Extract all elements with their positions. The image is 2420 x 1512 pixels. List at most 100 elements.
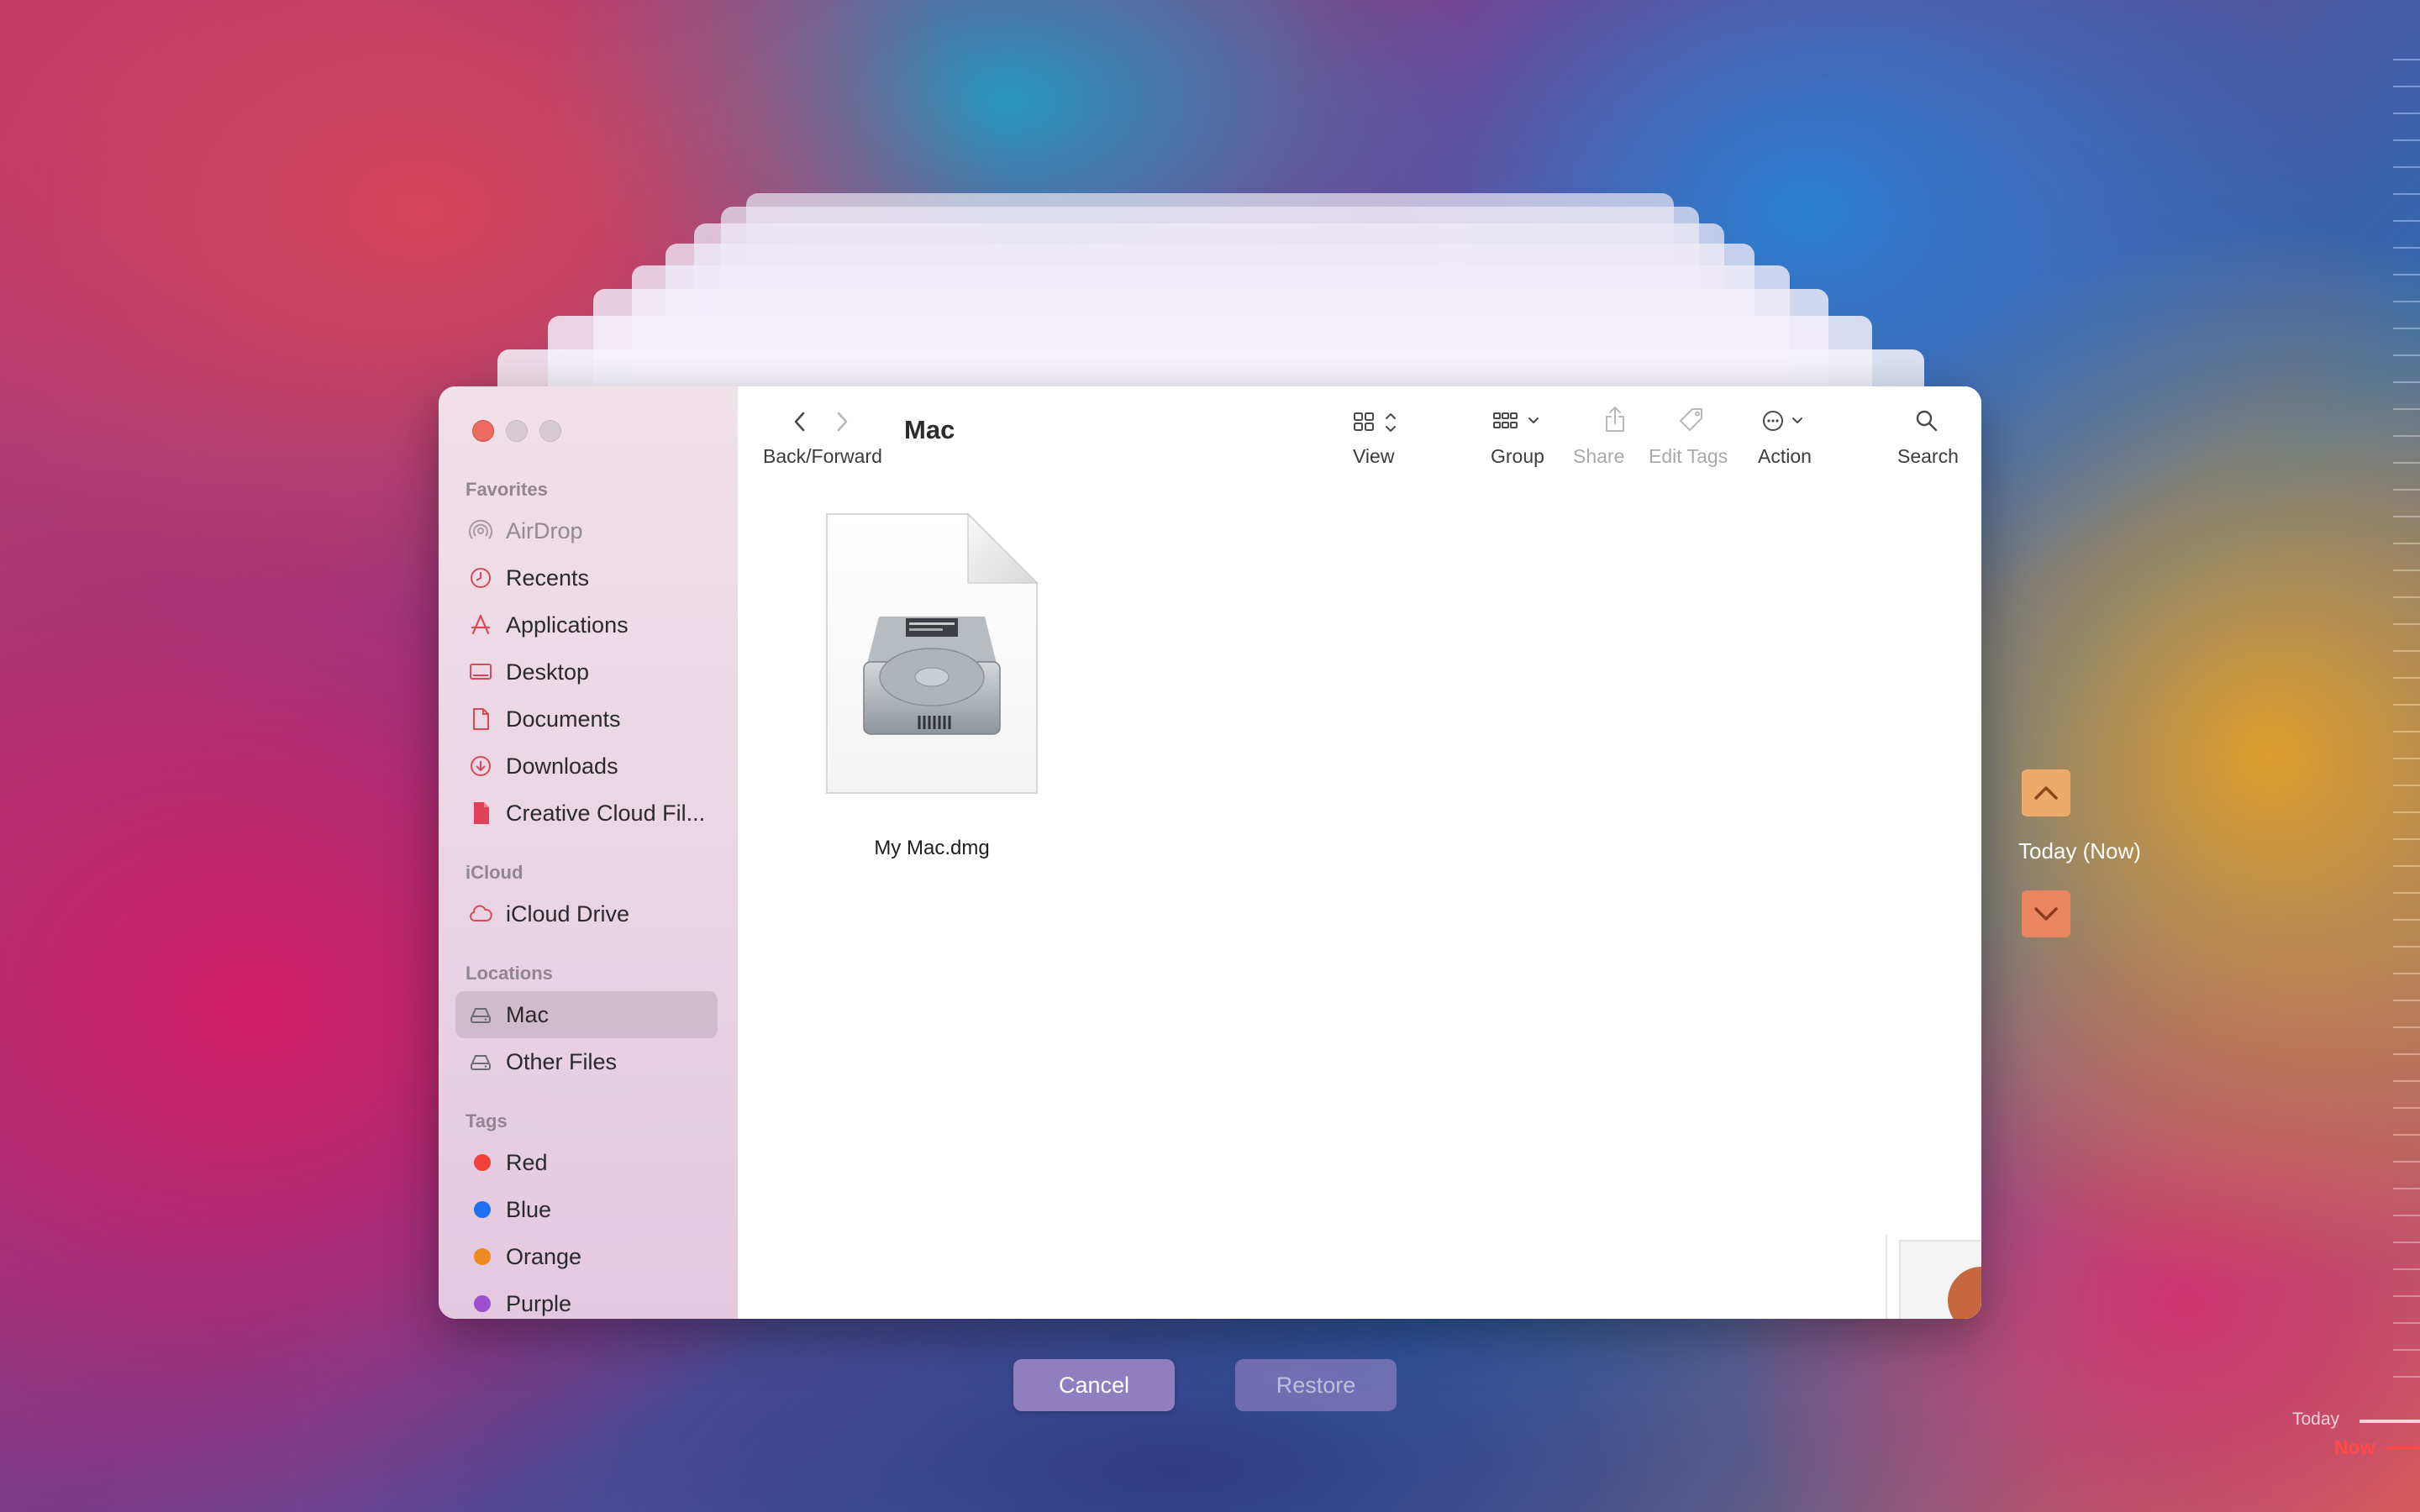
icloud-header: iCloud — [466, 862, 523, 883]
edit-tags-label: Edit Tags — [1649, 445, 1728, 467]
share-icon[interactable] — [1602, 405, 1628, 433]
search-label: Search — [1897, 445, 1959, 467]
sidebar-item-recents[interactable]: Recents — [455, 554, 718, 601]
download-icon — [471, 756, 491, 776]
back-icon[interactable] — [792, 410, 808, 433]
previous-backup-button[interactable] — [2022, 769, 2070, 816]
forward-icon[interactable] — [834, 410, 850, 433]
view-label: View — [1353, 445, 1395, 467]
timeline-tick — [2393, 1026, 2420, 1028]
timeline-tick — [2393, 570, 2420, 571]
sidebar-item-label: Purple — [506, 1291, 572, 1316]
timeline-tick — [2393, 919, 2420, 921]
timeline-tick — [2393, 1053, 2420, 1055]
timeline-tick — [2393, 166, 2420, 168]
timeline-tick — [2393, 811, 2420, 813]
close-window-button[interactable] — [472, 420, 494, 442]
window-title: Mac — [904, 415, 955, 444]
timeline-tick — [2393, 274, 2420, 276]
timeline-now-marker — [2386, 1446, 2420, 1450]
tag-dot-icon — [474, 1295, 491, 1312]
group-icon[interactable] — [1492, 410, 1548, 435]
applications-icon — [471, 614, 491, 635]
file-name-label[interactable]: My Mac.dmg — [808, 837, 1055, 860]
sidebar-item-tag-orange[interactable]: Orange — [455, 1233, 718, 1280]
sidebar-item-tag-purple[interactable]: Purple — [455, 1280, 718, 1319]
chevron-down-icon — [2034, 907, 2058, 921]
sidebar-item-creative-cloud-files[interactable]: Creative Cloud Fil... — [455, 790, 718, 837]
timeline-tick — [2393, 892, 2420, 894]
timeline-tick — [2393, 1349, 2420, 1351]
clock-icon — [471, 568, 491, 588]
timeline-tick — [2393, 946, 2420, 948]
tag-icon[interactable] — [1677, 407, 1706, 433]
cancel-button[interactable]: Cancel — [1013, 1359, 1175, 1411]
timeline-tick — [2393, 623, 2420, 625]
sidebar-item-label: iCloud Drive — [506, 901, 630, 927]
backup-timeline[interactable] — [2386, 0, 2420, 1512]
tags-header: Tags — [466, 1110, 508, 1131]
sidebar-item-label: Creative Cloud Fil... — [506, 801, 706, 826]
sidebar-item-other-files[interactable]: Other Files — [455, 1038, 718, 1085]
sidebar-item-label: Recents — [506, 565, 590, 591]
timeline-tick — [2393, 220, 2420, 222]
timeline-tick — [2393, 247, 2420, 249]
timeline-tick — [2393, 193, 2420, 195]
minimize-window-button[interactable] — [506, 420, 528, 442]
timeline-tick — [2393, 59, 2420, 60]
chevron-up-icon — [2034, 786, 2058, 800]
sidebar-item-applications[interactable]: Applications — [455, 601, 718, 648]
timeline-tick — [2393, 516, 2420, 517]
sidebar-item-desktop[interactable]: Desktop — [455, 648, 718, 696]
locations-header: Locations — [466, 963, 553, 984]
sidebar-item-icloud-drive[interactable]: iCloud Drive — [455, 890, 718, 937]
sidebar-item-label: Desktop — [506, 659, 590, 685]
sidebar-item-tag-blue[interactable]: Blue — [455, 1186, 718, 1233]
group-label: Group — [1491, 445, 1544, 467]
sidebar-item-documents[interactable]: Documents — [455, 696, 718, 743]
action-icon[interactable] — [1761, 408, 1812, 433]
sidebar-item-label: Other Files — [506, 1049, 618, 1074]
timeline-tick — [2393, 543, 2420, 544]
next-backup-button[interactable] — [2022, 890, 2070, 937]
timeline-now-label[interactable]: Now — [2334, 1436, 2375, 1459]
view-grid-icon[interactable] — [1353, 410, 1400, 435]
airdrop-icon — [469, 519, 492, 539]
sidebar-item-label: Applications — [506, 612, 629, 638]
document-icon — [473, 708, 489, 730]
search-icon[interactable] — [1914, 408, 1939, 433]
timeline-tick — [2393, 1107, 2420, 1109]
zoom-window-button[interactable] — [539, 420, 561, 442]
cloud-icon — [470, 905, 492, 921]
sidebar-item-airdrop[interactable]: AirDrop — [455, 507, 718, 554]
timeline-tick — [2393, 785, 2420, 786]
tag-dot-icon — [474, 1248, 491, 1265]
sidebar-item-label: Red — [506, 1150, 548, 1175]
desktop-icon — [470, 664, 492, 680]
timeline-today-label[interactable]: Today — [2292, 1410, 2339, 1430]
timeline-tick — [2393, 1242, 2420, 1243]
sidebar-item-tag-red[interactable]: Red — [455, 1139, 718, 1186]
timeline-tick — [2393, 113, 2420, 114]
timeline-tick — [2393, 1134, 2420, 1136]
timeline-tick — [2393, 1215, 2420, 1216]
action-label: Action — [1758, 445, 1812, 467]
sidebar: Favorites AirDrop Recents Applications D… — [439, 386, 739, 1319]
timeline-tick — [2393, 973, 2420, 974]
sidebar-item-label: Downloads — [506, 753, 618, 779]
disk-image-icon[interactable] — [825, 512, 1039, 795]
sidebar-item-label: Mac — [506, 1002, 550, 1027]
sidebar-item-mac[interactable]: Mac — [455, 991, 718, 1038]
sidebar-item-downloads[interactable]: Downloads — [455, 743, 718, 790]
timeline-tick — [2393, 86, 2420, 87]
timeline-tick — [2393, 758, 2420, 759]
timeline-tick — [2393, 1188, 2420, 1189]
timeline-tick — [2393, 328, 2420, 329]
timeline-tick — [2393, 1376, 2420, 1378]
drive-icon — [471, 1055, 491, 1070]
timeline-tick — [2393, 1268, 2420, 1270]
timeline-tick — [2393, 1161, 2420, 1163]
restore-button[interactable]: Restore — [1235, 1359, 1397, 1411]
timeline-tick — [2393, 1322, 2420, 1324]
tag-dot-icon — [474, 1154, 491, 1171]
